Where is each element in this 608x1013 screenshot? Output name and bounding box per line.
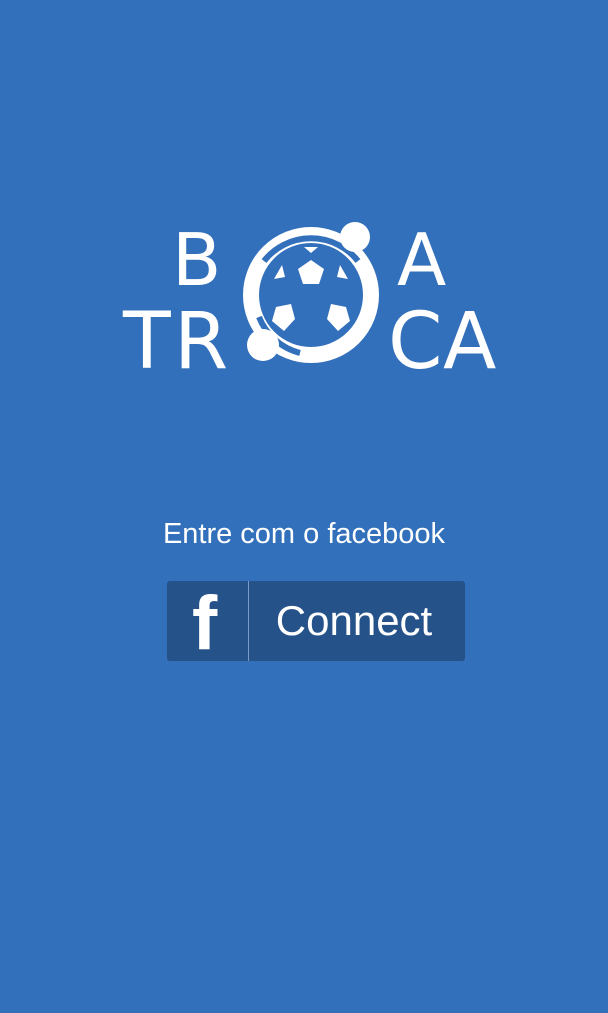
boa-troca-logo: B A T R C A	[114, 205, 514, 385]
logo-graphic: B A T R C A	[122, 218, 496, 385]
facebook-connect-button[interactable]: f Connect	[167, 581, 465, 661]
logo-letter-r: R	[174, 297, 228, 385]
facebook-f-icon: f	[167, 581, 249, 661]
logo-letter-b: B	[172, 218, 221, 302]
logo-letter-t: T	[122, 297, 171, 385]
logo-letter-a-bottom: A	[443, 297, 496, 385]
logo-letter-c: C	[388, 297, 442, 385]
soccer-ball-icon	[243, 222, 379, 363]
facebook-login-prompt: Entre com o facebook	[162, 518, 446, 550]
logo-letter-a-top: A	[397, 218, 446, 302]
connect-button-label: Connect	[275, 597, 433, 644]
facebook-f-glyph: f	[192, 589, 218, 653]
